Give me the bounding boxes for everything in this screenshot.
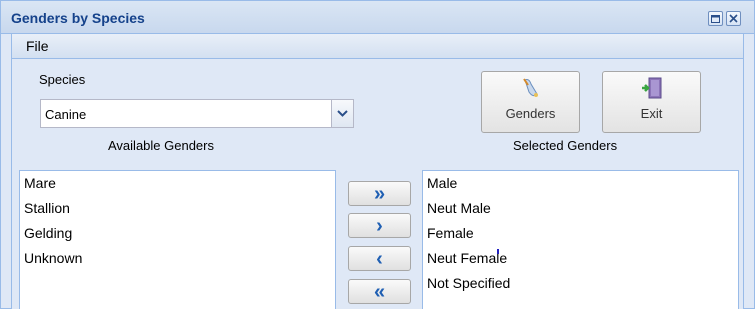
main-panel: Species Canine Available Genders Selecte… xyxy=(11,59,744,309)
list-item[interactable]: Stallion xyxy=(20,196,335,221)
species-dropdown-trigger[interactable] xyxy=(331,100,353,127)
species-combobox[interactable]: Canine xyxy=(40,99,354,128)
exit-door-icon xyxy=(641,77,661,99)
list-item[interactable]: Neut Male xyxy=(423,196,738,221)
double-chevron-right-icon: » xyxy=(373,182,386,205)
remove-all-button[interactable]: « xyxy=(348,279,411,304)
list-item[interactable]: Mare xyxy=(20,171,335,196)
available-genders-label: Available Genders xyxy=(108,138,214,153)
list-item[interactable]: Neut Female xyxy=(423,246,738,271)
close-button[interactable] xyxy=(726,11,741,26)
exit-button-label: Exit xyxy=(640,106,663,121)
list-item[interactable]: Female xyxy=(423,221,738,246)
selected-genders-list[interactable]: Male Neut Male Female Neut Female Not Sp… xyxy=(422,170,739,309)
chevron-right-icon: › xyxy=(376,214,383,237)
maximize-button[interactable] xyxy=(708,11,723,26)
menu-file[interactable]: File xyxy=(26,38,49,54)
maximize-icon xyxy=(711,14,720,23)
genders-button-label: Genders xyxy=(505,106,556,121)
chevron-down-icon xyxy=(337,110,348,117)
add-all-button[interactable]: » xyxy=(348,181,411,206)
add-button[interactable]: › xyxy=(348,213,411,238)
list-item[interactable]: Not Specified xyxy=(423,271,738,296)
genders-icon xyxy=(522,78,538,97)
available-genders-list[interactable]: Mare Stallion Gelding Unknown xyxy=(19,170,336,309)
window-title: Genders by Species xyxy=(11,10,145,26)
species-value: Canine xyxy=(45,107,87,122)
menu-bar: File xyxy=(11,34,744,59)
double-chevron-left-icon: « xyxy=(373,280,386,303)
list-item[interactable]: Male xyxy=(423,171,738,196)
exit-button[interactable]: Exit xyxy=(602,71,701,133)
genders-by-species-window: Genders by Species File Species Canine A… xyxy=(0,0,755,309)
text-cursor xyxy=(497,249,499,254)
list-item[interactable]: Unknown xyxy=(20,246,335,271)
chevron-left-icon: ‹ xyxy=(376,247,383,270)
selected-genders-label: Selected Genders xyxy=(513,138,618,153)
species-label: Species xyxy=(39,72,86,87)
list-item[interactable]: Gelding xyxy=(20,221,335,246)
close-icon xyxy=(729,14,738,23)
genders-button[interactable]: Genders xyxy=(481,71,580,133)
remove-button[interactable]: ‹ xyxy=(348,246,411,271)
title-bar[interactable]: Genders by Species xyxy=(1,1,754,34)
